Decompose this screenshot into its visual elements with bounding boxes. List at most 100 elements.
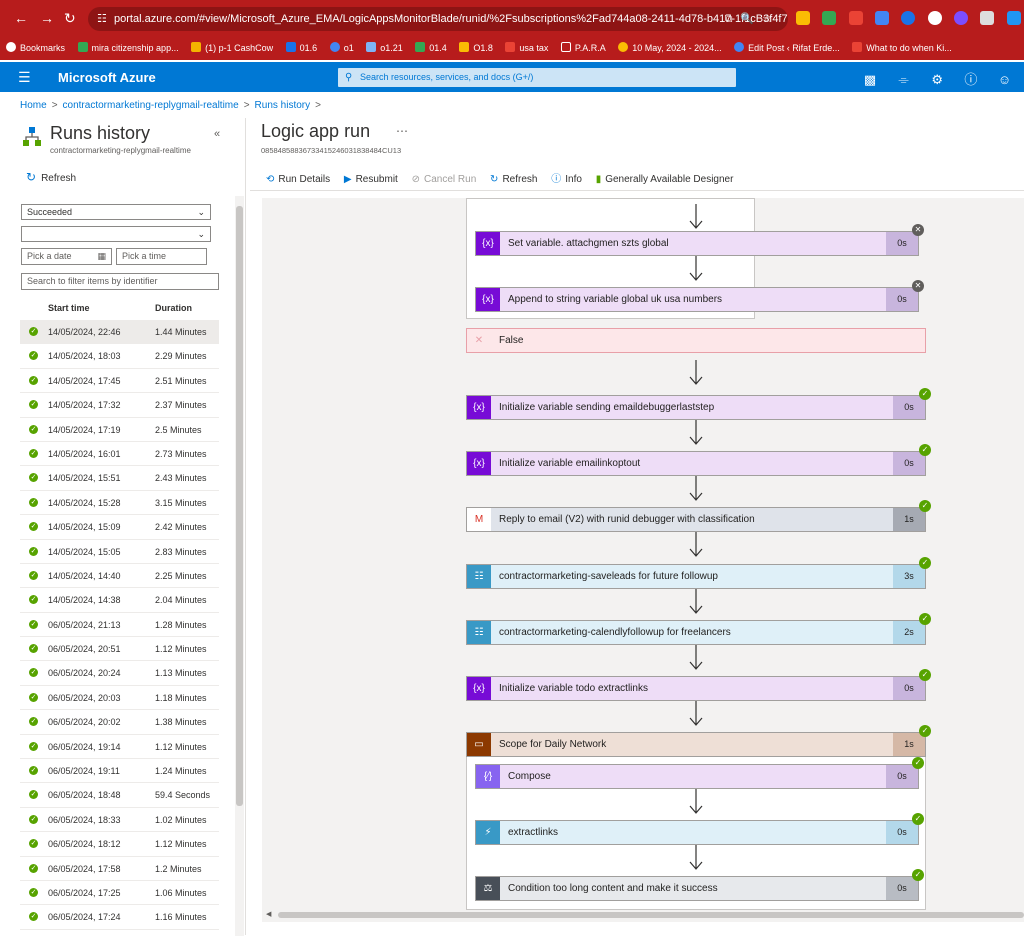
run-row[interactable]: ✓ 14/05/2024, 16:01 2.73 Minutes bbox=[20, 442, 219, 467]
step-card-set-var[interactable]: {x} Set variable. attachgmen szts global 0… bbox=[475, 231, 919, 256]
step-card-false-branch[interactable]: ✕ False bbox=[466, 328, 926, 353]
runs-scrollbar[interactable] bbox=[235, 196, 244, 936]
back-icon[interactable]: ← bbox=[14, 10, 28, 26]
cancel-run-button[interactable]: ⊘ Cancel Run bbox=[412, 174, 477, 185]
run-row[interactable]: ✓ 14/05/2024, 22:46 1.44 Minutes bbox=[20, 320, 219, 345]
run-details-button[interactable]: ⟲ Run Details bbox=[266, 174, 330, 185]
bookmark-item[interactable]: O1.8 bbox=[459, 38, 493, 58]
run-row[interactable]: ✓ 14/05/2024, 17:32 2.37 Minutes bbox=[20, 393, 219, 418]
extension-icon[interactable] bbox=[901, 10, 916, 25]
run-row[interactable]: ✓ 14/05/2024, 14:38 2.04 Minutes bbox=[20, 588, 219, 613]
address-bar[interactable]: ☷ portal.azure.com/#view/Microsoft_Azure… bbox=[88, 7, 788, 31]
step-card-calendly[interactable]: ☷ contractormarketing-calendlyfollowup fo… bbox=[466, 620, 926, 645]
run-row[interactable]: ✓ 06/05/2024, 17:25 1.06 Minutes bbox=[20, 881, 219, 906]
scroll-left-icon[interactable]: ◀ bbox=[266, 910, 271, 918]
step-duration: 0s bbox=[893, 452, 925, 475]
step-card-append[interactable]: {x} Append to string variable global uk u… bbox=[475, 287, 919, 312]
step-card-init-optout[interactable]: {x} Initialize variable emailinkoptout 0s bbox=[466, 451, 926, 476]
extension-icon[interactable] bbox=[875, 10, 890, 25]
extension-icon[interactable] bbox=[848, 10, 863, 25]
run-row[interactable]: ✓ 06/05/2024, 18:33 1.02 Minutes bbox=[20, 808, 219, 833]
extension-icon[interactable] bbox=[822, 10, 837, 25]
step-card-saveleads[interactable]: ☷ contractormarketing-saveleads for futur… bbox=[466, 564, 926, 589]
more-options-icon[interactable]: ⋯ bbox=[396, 124, 408, 138]
extension-icon[interactable] bbox=[927, 10, 942, 25]
step-card-extractlinks[interactable]: ⚡ extractlinks 0s bbox=[475, 820, 919, 845]
workflow-canvas[interactable]: {x} Set variable. attachgmen szts global 0… bbox=[262, 198, 1024, 922]
identifier-search-input[interactable]: Search to filter items by identifier bbox=[21, 273, 219, 290]
run-row[interactable]: ✓ 06/05/2024, 18:48 59.4 Seconds bbox=[20, 783, 219, 808]
step-card-scope[interactable]: ▭ Scope for Daily Network 1s bbox=[466, 732, 926, 757]
extension-icon[interactable] bbox=[796, 10, 810, 25]
canvas-horizontal-scrollbar[interactable]: ◀ bbox=[262, 910, 1024, 920]
bookmark-item[interactable]: (1) p-1 CashCow bbox=[191, 38, 273, 58]
refresh-button[interactable]: ↻ Refresh bbox=[26, 170, 76, 184]
step-card-condition[interactable]: ⚖ Condition too long content and make it … bbox=[475, 876, 919, 901]
extension-icon[interactable] bbox=[954, 10, 969, 25]
cloud-shell-icon[interactable]: ▩ bbox=[862, 72, 878, 88]
run-row[interactable]: ✓ 14/05/2024, 18:03 2.29 Minutes bbox=[20, 344, 219, 369]
run-row[interactable]: ✓ 06/05/2024, 20:03 1.18 Minutes bbox=[20, 686, 219, 711]
run-row[interactable]: ✓ 06/05/2024, 20:02 1.38 Minutes bbox=[20, 710, 219, 735]
designer-button[interactable]: ▮ Generally Available Designer bbox=[596, 174, 734, 185]
column-duration[interactable]: Duration bbox=[155, 303, 192, 313]
extension-icons[interactable] bbox=[796, 10, 1024, 25]
global-search-input[interactable]: ⚲ Search resources, services, and docs (… bbox=[338, 68, 736, 87]
bookmark-item[interactable]: mira citizenship app... bbox=[77, 38, 179, 58]
extension-icon[interactable] bbox=[980, 10, 995, 25]
secondary-filter-select[interactable]: ⌄ bbox=[21, 226, 211, 242]
breadcrumb-logic-app[interactable]: contractormarketing-replygmail-realtime bbox=[63, 100, 239, 111]
brand-name[interactable]: Microsoft Azure bbox=[58, 70, 156, 85]
step-card-init-todo[interactable]: {x} Initialize variable todo extractlinks… bbox=[466, 676, 926, 701]
breadcrumb-home[interactable]: Home bbox=[20, 100, 47, 111]
notifications-icon[interactable]: ⌯ bbox=[896, 72, 912, 88]
refresh-run-button[interactable]: ↻ Refresh bbox=[490, 174, 537, 185]
settings-icon[interactable]: ⚙ bbox=[929, 72, 945, 88]
date-picker-input[interactable]: Pick a date ▦ bbox=[21, 248, 112, 265]
step-card-compose[interactable]: {⁄} Compose 0s bbox=[475, 764, 919, 789]
step-card-init-debugger[interactable]: {x} Initialize variable sending emaildebu… bbox=[466, 395, 926, 420]
time-picker-input[interactable]: Pick a time bbox=[116, 248, 207, 265]
run-row[interactable]: ✓ 14/05/2024, 14:40 2.25 Minutes bbox=[20, 564, 219, 589]
run-row[interactable]: ✓ 06/05/2024, 17:24 1.16 Minutes bbox=[20, 905, 219, 930]
bookmark-item[interactable]: Bookmarks bbox=[6, 38, 65, 58]
reload-icon[interactable]: ↻ bbox=[64, 10, 76, 27]
bookmark-item[interactable]: 01.4 bbox=[415, 38, 447, 58]
chevron-down-icon: ⌄ bbox=[197, 207, 205, 217]
bookmark-item[interactable]: o1.21 bbox=[366, 38, 403, 58]
bookmark-item[interactable]: o1 bbox=[329, 38, 354, 58]
bookmark-item[interactable]: 10 May, 2024 - 2024... bbox=[618, 38, 722, 58]
run-row[interactable]: ✓ 06/05/2024, 18:12 1.12 Minutes bbox=[20, 832, 219, 857]
run-row[interactable]: ✓ 06/05/2024, 20:24 1.13 Minutes bbox=[20, 661, 219, 686]
breadcrumb-runs-history[interactable]: Runs history bbox=[255, 100, 311, 111]
step-card-reply-email[interactable]: M Reply to email (V2) with runid debugger… bbox=[466, 507, 926, 532]
run-row[interactable]: ✓ 14/05/2024, 15:09 2.42 Minutes bbox=[20, 515, 219, 540]
run-row[interactable]: ✓ 06/05/2024, 19:14 1.12 Minutes bbox=[20, 735, 219, 760]
run-row[interactable]: ✓ 14/05/2024, 17:19 2.5 Minutes bbox=[20, 418, 219, 442]
feedback-icon[interactable]: ☺ bbox=[997, 72, 1013, 87]
forward-icon[interactable]: → bbox=[40, 10, 54, 26]
run-row[interactable]: ✓ 14/05/2024, 15:05 2.83 Minutes bbox=[20, 540, 219, 564]
run-row[interactable]: ✓ 14/05/2024, 15:28 3.15 Minutes bbox=[20, 491, 219, 516]
address-tools[interactable]: ⧉🔍☆ bbox=[725, 7, 780, 31]
extension-icon[interactable] bbox=[1006, 10, 1021, 25]
run-row[interactable]: ✓ 06/05/2024, 20:51 1.12 Minutes bbox=[20, 637, 219, 662]
column-start-time[interactable]: Start time bbox=[48, 303, 90, 313]
info-button[interactable]: ⓘ Info bbox=[551, 170, 582, 185]
status-filter-select[interactable]: Succeeded ⌄ bbox=[21, 204, 211, 220]
run-row[interactable]: ✓ 14/05/2024, 15:51 2.43 Minutes bbox=[20, 466, 219, 491]
run-row[interactable]: ✓ 06/05/2024, 21:13 1.28 Minutes bbox=[20, 613, 219, 638]
bookmark-item[interactable]: What to do when Ki... bbox=[852, 38, 952, 58]
help-icon[interactable]: ⓘ bbox=[963, 69, 979, 88]
run-row[interactable]: ✓ 14/05/2024, 17:45 2.51 Minutes bbox=[20, 369, 219, 394]
bookmark-item[interactable]: usa tax bbox=[505, 38, 548, 58]
bookmark-item[interactable]: P.A.R.A bbox=[560, 38, 606, 58]
collapse-icon[interactable]: « bbox=[214, 128, 220, 140]
run-row[interactable]: ✓ 06/05/2024, 17:58 1.2 Minutes bbox=[20, 857, 219, 881]
bookmark-item[interactable]: 01.6 bbox=[285, 38, 317, 58]
bookmark-item[interactable]: Edit Post ‹ Rifat Erde... bbox=[734, 38, 840, 58]
menu-icon[interactable]: ☰ bbox=[18, 69, 31, 86]
run-row[interactable]: ✓ 06/05/2024, 19:11 1.24 Minutes bbox=[20, 759, 219, 784]
site-info-icon[interactable]: ☷ bbox=[97, 7, 107, 31]
resubmit-button[interactable]: ▶ Resubmit bbox=[344, 174, 398, 185]
